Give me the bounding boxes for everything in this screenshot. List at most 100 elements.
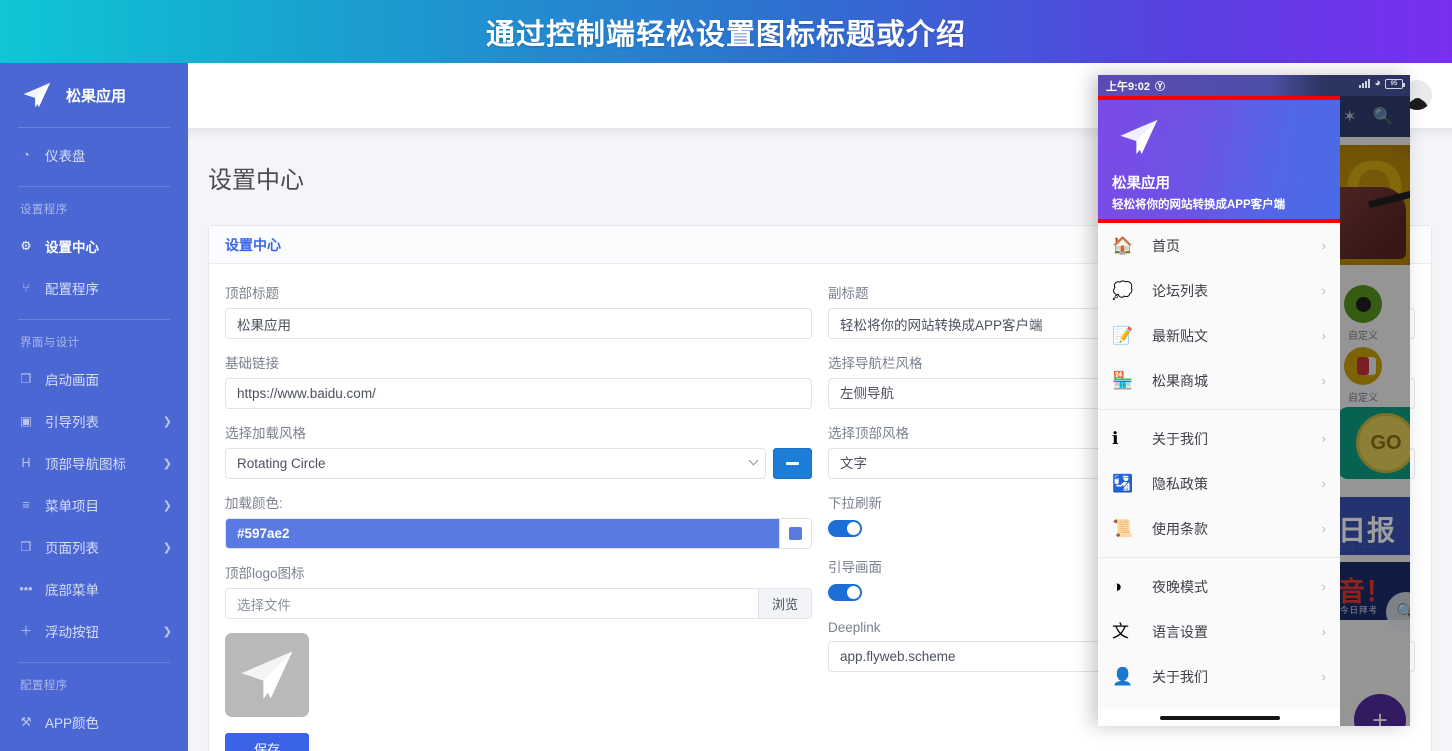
translate-icon: 文 <box>1112 622 1129 641</box>
chevron-right-icon: › <box>1321 431 1326 446</box>
drawer-scroll-indicator[interactable] <box>1160 716 1280 720</box>
sidebar-item-底部菜单[interactable]: ••• 底部菜单 <box>0 568 188 610</box>
drawer-item-最新贴文[interactable]: 📝 最新贴文 › <box>1098 313 1340 358</box>
sidebar-brand[interactable]: 松果应用 <box>0 63 188 127</box>
drawer-app-subtitle: 轻松将你的网站转换成APP客户端 <box>1112 199 1286 211</box>
chevron-right-icon: ❯ <box>162 625 172 638</box>
chat-bubble-icon: 💭 <box>1112 281 1134 300</box>
promo-banner: 通过控制端轻松设置图标标题或介绍 <box>0 0 1452 63</box>
sidebar-item-label: 设置中心 <box>45 240 99 255</box>
drawer-item-label: 松果商城 <box>1152 372 1208 389</box>
file-placeholder: 选择文件 <box>237 597 291 613</box>
drawer-item-夜晚模式[interactable]: ◑ 夜晚模式 › <box>1098 564 1340 609</box>
save-button[interactable]: 保存 <box>225 733 309 751</box>
input-顶部标题[interactable] <box>225 308 812 339</box>
phone-status-bar: 上午9:02 Ⓨ ◕ 95 <box>1098 75 1410 96</box>
image-icon: ▣ <box>20 413 32 428</box>
annotation-line-bottom <box>1098 219 1340 223</box>
drawer-item-论坛列表[interactable]: 💭 论坛列表 › <box>1098 268 1340 313</box>
clone-icon: ❐ <box>20 371 32 386</box>
drawer-item-关于我们[interactable]: ℹ 关于我们 › <box>1098 416 1340 461</box>
drawer-divider <box>1098 557 1340 558</box>
drawer-item-label: 夜晚模式 <box>1152 578 1208 595</box>
files-icon: ❐ <box>20 539 32 554</box>
drawer-item-label: 最新贴文 <box>1152 327 1208 344</box>
wrench-icon: ⚒ <box>20 714 32 729</box>
app-drawer: 松果应用 轻松将你的网站转换成APP客户端 🏠 首页 › 💭 论坛列表 › 📝 最新贴文 › 🏪 松… <box>1098 96 1340 726</box>
screen-root: 通过控制端轻松设置图标标题或介绍 松果应用 ◔ 仪表盘 设置程序 ⚙ 设置中心 ⑂ 配置程序… <box>0 0 1452 751</box>
drawer-item-隐私政策[interactable]: 🛂 隐私政策 › <box>1098 461 1340 506</box>
paper-plane-icon <box>23 82 51 108</box>
home-icon: 🏠 <box>1112 236 1134 255</box>
sidebar-item-菜单项目[interactable]: ≡ 菜单项目 ❯ <box>0 484 188 526</box>
chevron-right-icon: › <box>1321 476 1326 491</box>
sidebar-item-label: 菜单项目 <box>45 499 99 514</box>
form-field-label: 加载颜色: <box>225 496 283 511</box>
select-选择加载风格[interactable]: Rotating CircleRotating PlaneDouble Boun… <box>225 448 766 479</box>
toggle-knob <box>847 586 860 599</box>
form-field: 加载颜色: #597ae2 <box>225 492 812 549</box>
info-icon: ℹ <box>1112 429 1119 448</box>
drawer-item-语言设置[interactable]: 文 语言设置 › <box>1098 609 1340 654</box>
drawer-header: 松果应用 轻松将你的网站转换成APP客户端 <box>1098 96 1340 223</box>
plus-icon: ＋ <box>19 623 33 638</box>
chevron-right-icon: › <box>1321 669 1326 684</box>
gears-icon: ⚙ <box>20 238 32 253</box>
sidebar-item-启动画面[interactable]: ❐ 启动画面 <box>0 358 188 400</box>
input-基础链接[interactable] <box>225 378 812 409</box>
battery-icon: 95 <box>1385 78 1405 89</box>
toggle-下拉刷新[interactable] <box>828 520 862 537</box>
sidebar-item-label: 引导列表 <box>45 415 99 430</box>
sidebar-item-label: 仪表盘 <box>45 149 86 164</box>
toggle-引导画面[interactable] <box>828 584 862 601</box>
drawer-item-关于我们[interactable]: 👤 关于我们 › <box>1098 654 1340 699</box>
sidebar-item-引导列表[interactable]: ▣ 引导列表 ❯ <box>0 400 188 442</box>
bluetooth-icon: Ⓨ <box>1155 82 1166 93</box>
form-field: 选择加载风格 Rotating CircleRotating PlaneDoubl… <box>225 422 812 479</box>
contrast-icon: ◑ <box>1112 577 1123 596</box>
chevron-right-icon: › <box>1321 283 1326 298</box>
drawer-item-松果商城[interactable]: 🏪 松果商城 › <box>1098 358 1340 403</box>
drawer-item-label: 关于我们 <box>1152 430 1208 447</box>
sidebar-item-label: 配置程序 <box>45 282 99 297</box>
sidebar-item-仪表盘[interactable]: ◔ 仪表盘 <box>0 134 188 176</box>
chevron-right-icon: › <box>1321 238 1326 253</box>
color-picker[interactable]: #597ae2 <box>225 518 812 549</box>
sidebar-item-label: 浮动按钮 <box>45 625 99 640</box>
chevron-right-icon: › <box>1321 373 1326 388</box>
sidebar-brand-label: 松果应用 <box>66 87 127 105</box>
form-field-label: 基础链接 <box>225 356 279 371</box>
annotation-line-top <box>1098 96 1340 100</box>
drawer-item-label: 隐私政策 <box>1152 475 1208 492</box>
drawer-divider <box>1098 409 1340 410</box>
drawer-item-label: 首页 <box>1152 237 1180 254</box>
sidebar-item-label: 启动画面 <box>45 373 99 388</box>
color-swatch-button[interactable] <box>779 519 811 548</box>
sidebar: 松果应用 ◔ 仪表盘 设置程序 ⚙ 设置中心 ⑂ 配置程序 界面与设计 ❐ 启动画面 ▣ 引导列表 ❯ H… <box>0 63 188 751</box>
color-value[interactable]: #597ae2 <box>226 519 779 548</box>
sidebar-item-顶部导航图标[interactable]: H 顶部导航图标 ❯ <box>0 442 188 484</box>
drawer-item-使用条款[interactable]: 📜 使用条款 › <box>1098 506 1340 551</box>
minus-button[interactable] <box>773 448 812 479</box>
drawer-item-label: 关于我们 <box>1152 668 1208 685</box>
form-control-row: Rotating CircleRotating PlaneDouble Boun… <box>225 448 812 479</box>
chevron-right-icon: › <box>1321 521 1326 536</box>
user-circle-icon: 👤 <box>1112 667 1134 686</box>
status-time: 上午9:02 <box>1106 80 1151 93</box>
form-control-row: #597ae2 <box>225 518 812 549</box>
form-field: 顶部logo图标 选择文件 浏览 <box>225 562 812 619</box>
chevron-right-icon: ❯ <box>162 415 172 428</box>
sidebar-item-浮动按钮[interactable]: ＋ 浮动按钮 ❯ <box>0 610 188 652</box>
form-control-row <box>225 308 812 339</box>
sidebar-item-设置中心[interactable]: ⚙ 设置中心 <box>0 225 188 267</box>
file-input[interactable]: 选择文件 浏览 <box>225 588 812 619</box>
browse-button[interactable]: 浏览 <box>758 589 811 618</box>
privacy-id-icon: 🛂 <box>1112 474 1134 493</box>
sidebar-item-配置程序[interactable]: ⑂ 配置程序 <box>0 267 188 309</box>
sidebar-item-APP颜色[interactable]: ⚒ APP颜色 <box>0 701 188 743</box>
sidebar-item-label: APP颜色 <box>45 716 100 731</box>
sidebar-item-页面列表[interactable]: ❐ 页面列表 ❯ <box>0 526 188 568</box>
drawer-item-首页[interactable]: 🏠 首页 › <box>1098 223 1340 268</box>
ellipsis-icon: ••• <box>19 581 33 596</box>
form-field: 顶部标题 <box>225 282 812 339</box>
